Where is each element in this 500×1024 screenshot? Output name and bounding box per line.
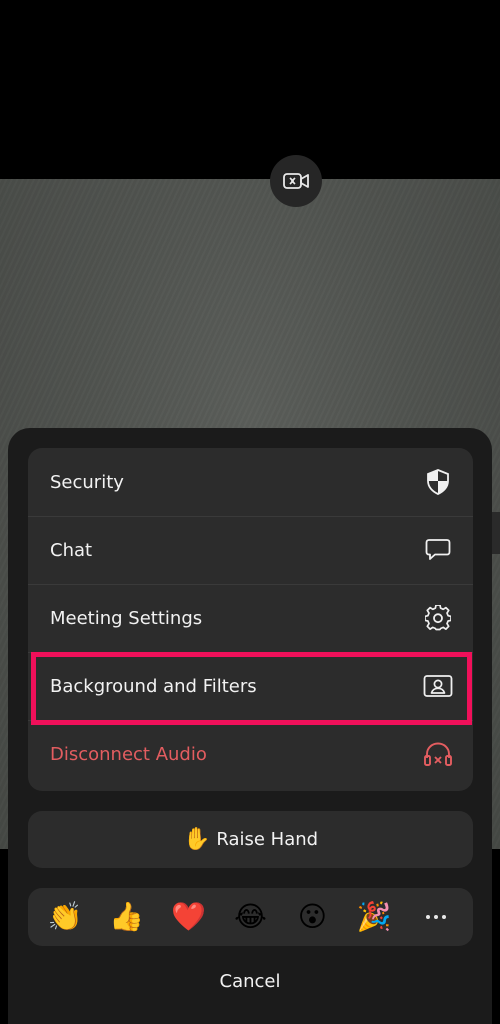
camera-switch-icon	[283, 173, 309, 189]
menu-item-label: Meeting Settings	[50, 607, 203, 629]
headphones-off-icon	[423, 739, 453, 769]
reaction-party-popper[interactable]: 🎉	[350, 903, 398, 931]
menu-item-chat[interactable]: Chat	[28, 516, 473, 584]
more-horizontal-icon[interactable]	[412, 915, 460, 919]
switch-camera-button[interactable]	[270, 155, 322, 207]
more-options-sheet: Security Chat Meeting Settings Backgroun…	[8, 428, 492, 1024]
gear-icon	[423, 603, 453, 633]
reaction-thumbs-up[interactable]: 👍	[103, 903, 151, 931]
menu-item-label: Security	[50, 471, 124, 493]
menu-item-security[interactable]: Security	[28, 448, 473, 516]
menu-item-background-and-filters[interactable]: Background and Filters	[28, 652, 473, 720]
chat-bubble-icon	[423, 535, 453, 565]
reaction-clapping-hands[interactable]: 👏	[41, 903, 89, 931]
raise-hand-label: Raise Hand	[216, 829, 319, 850]
menu-item-label: Chat	[50, 539, 93, 561]
side-panel-handle[interactable]	[492, 512, 500, 554]
shield-icon	[423, 467, 453, 497]
meeting-screen: Security Chat Meeting Settings Backgroun…	[0, 0, 500, 1024]
menu-item-label: Disconnect Audio	[50, 743, 207, 765]
cancel-button[interactable]: Cancel	[8, 971, 492, 1001]
menu-item-disconnect-audio[interactable]: Disconnect Audio	[28, 720, 473, 788]
reaction-tears-of-joy[interactable]: 😂	[226, 903, 274, 931]
menu-item-label: Background and Filters	[50, 675, 257, 697]
raised-hand-icon: ✋	[182, 827, 211, 852]
menu-item-meeting-settings[interactable]: Meeting Settings	[28, 584, 473, 652]
reactions-bar: 👏 👍 ❤️ 😂 😮 🎉	[28, 888, 473, 946]
raise-hand-button[interactable]: ✋ Raise Hand	[28, 811, 473, 868]
menu-group: Security Chat Meeting Settings Backgroun…	[28, 448, 473, 791]
reaction-surprised-face[interactable]: 😮	[288, 903, 336, 931]
reaction-red-heart[interactable]: ❤️	[165, 903, 213, 931]
background-person-icon	[423, 671, 453, 701]
